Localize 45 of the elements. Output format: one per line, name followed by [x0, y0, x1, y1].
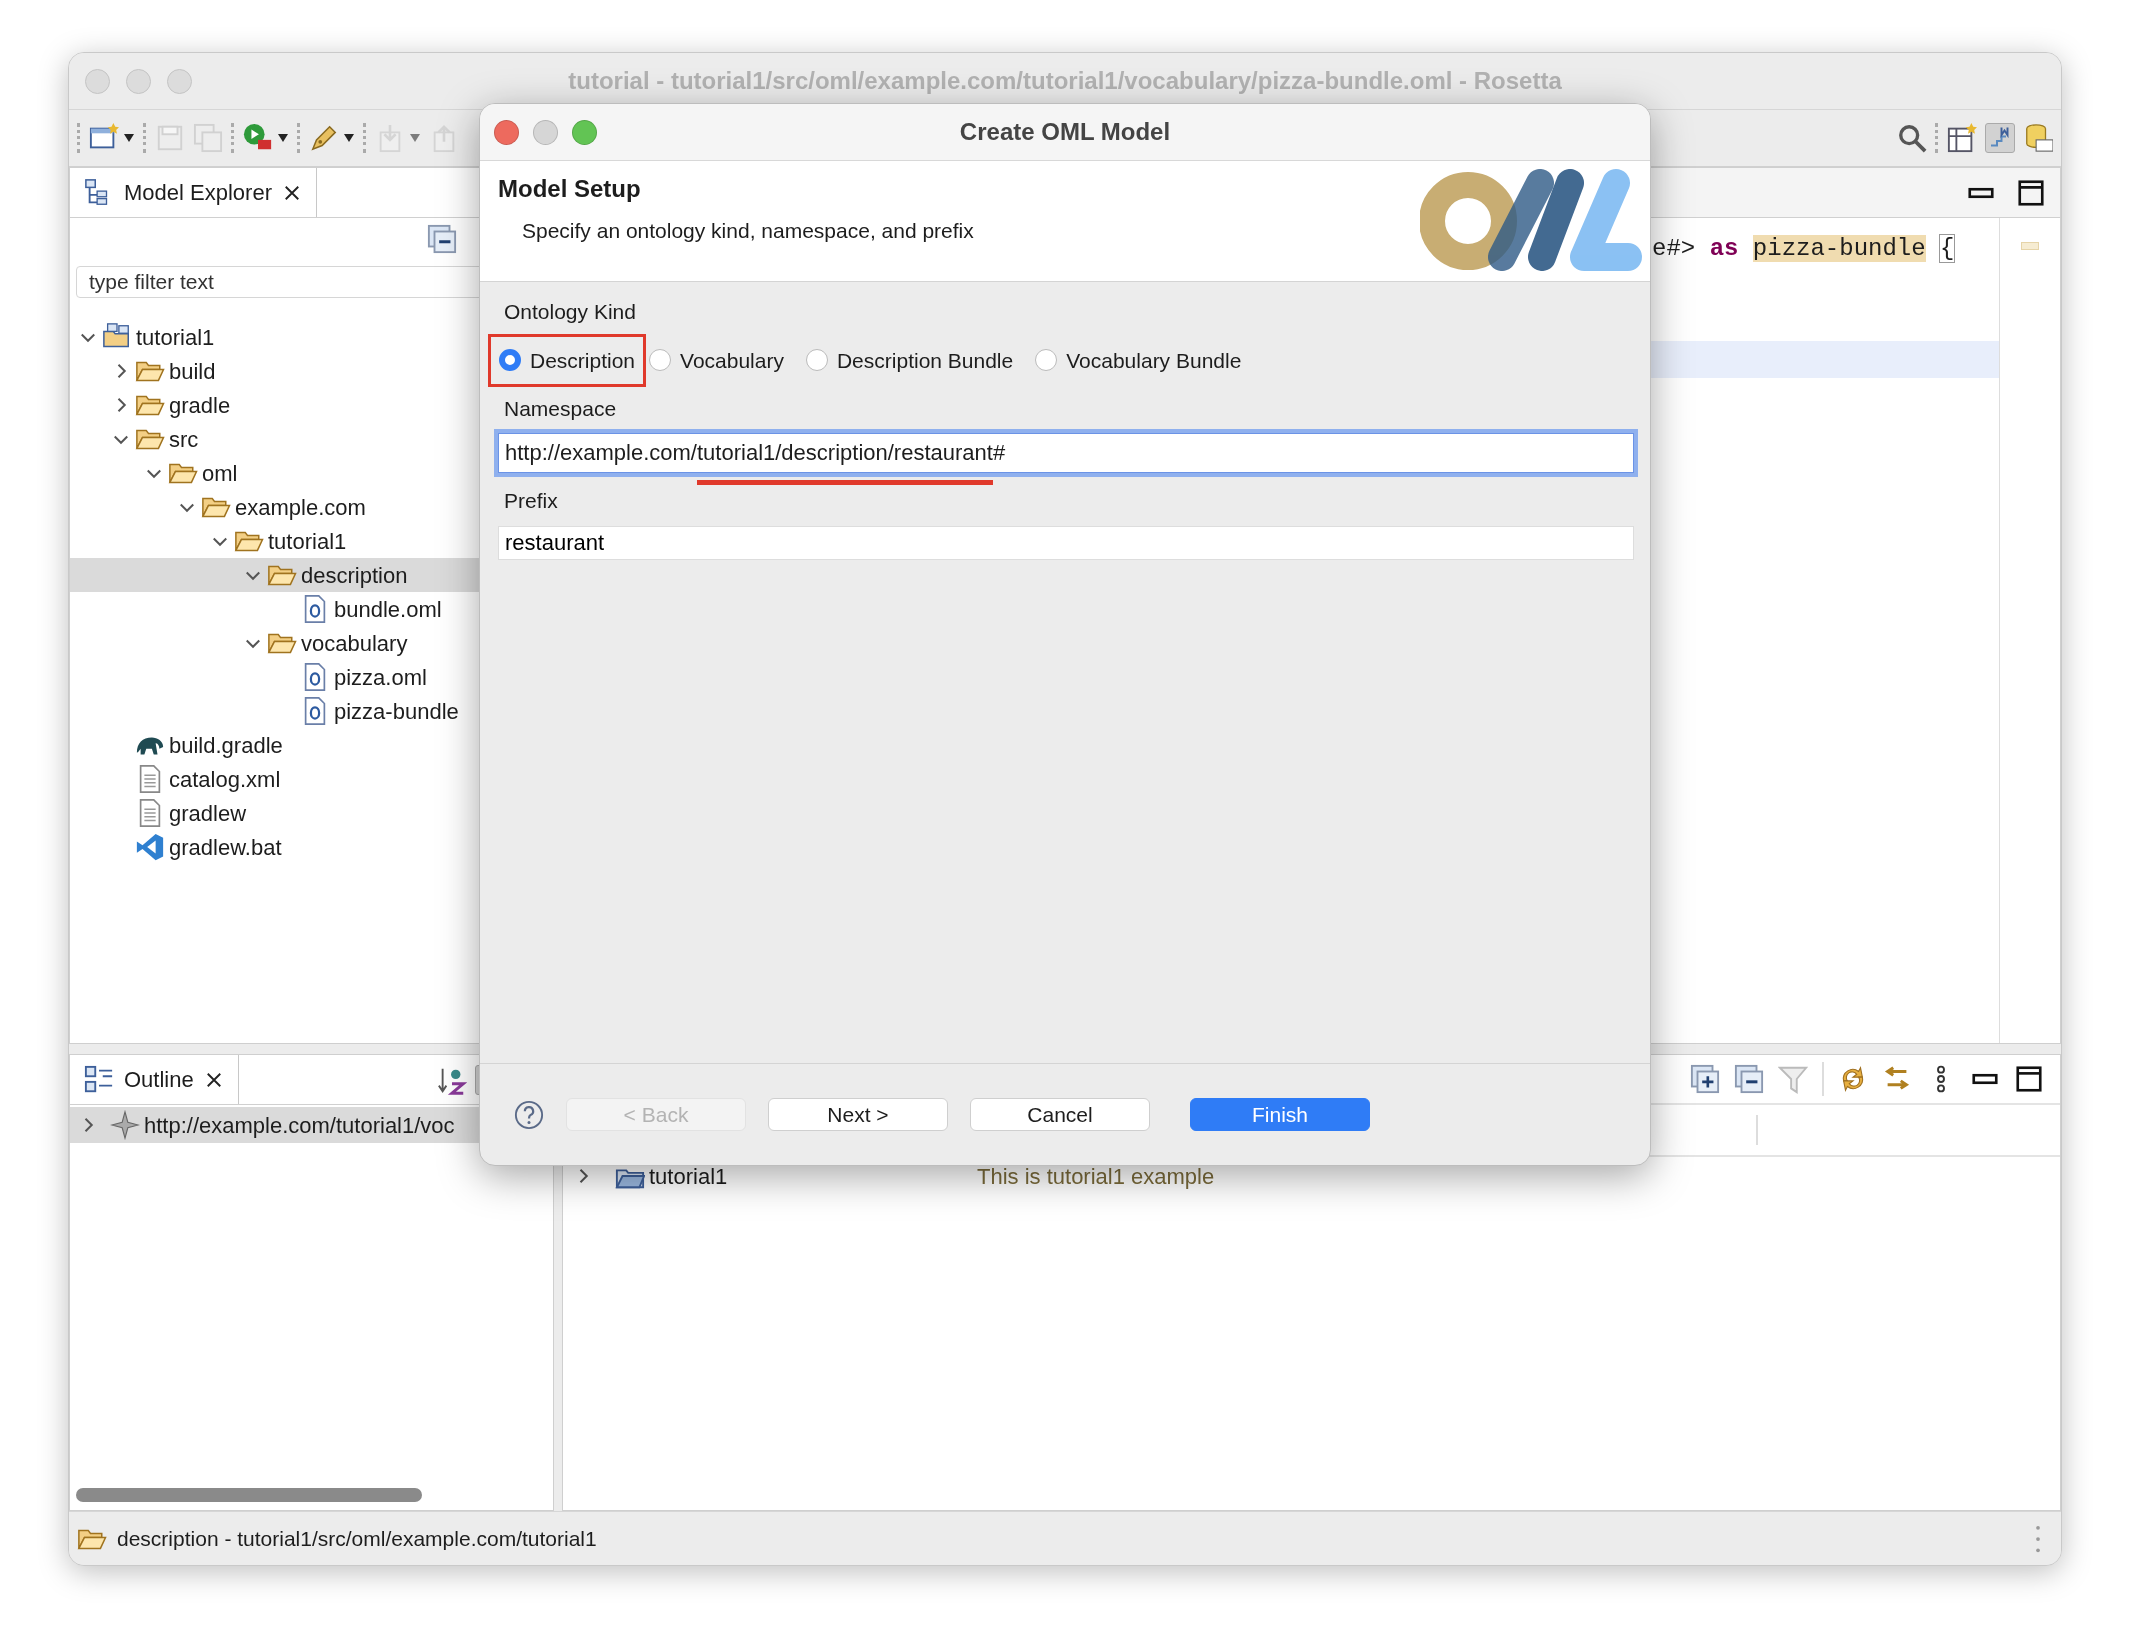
- radio-label[interactable]: Description: [530, 344, 636, 376]
- wizard-button[interactable]: Cancel: [970, 1098, 1150, 1131]
- status-text: description - tutorial1/src/oml/example.com/tutorial1: [117, 1525, 597, 1552]
- tree-label: tutorial1: [649, 1162, 729, 1191]
- description-text: This is tutorial1 example: [977, 1162, 1215, 1191]
- tree-row[interactable]: build.gradle: [70, 728, 553, 762]
- tree-label: gradlew.bat: [169, 833, 282, 862]
- tab-label: Outline: [124, 1066, 194, 1094]
- tree-label: vocabulary: [301, 629, 408, 658]
- tree-label: description: [301, 561, 408, 590]
- tree-label: bundle.oml: [334, 595, 442, 624]
- tree-label: build: [169, 357, 216, 386]
- page-heading: Model Setup: [498, 174, 642, 204]
- tree-label: pizza.oml: [334, 663, 427, 692]
- prefix-field[interactable]: restaurant: [498, 526, 1634, 560]
- radio-label[interactable]: Vocabulary Bundle: [1066, 344, 1242, 376]
- dialog-title: Create OML Model: [959, 117, 1171, 147]
- tree-label: tutorial1: [136, 323, 215, 352]
- tree-row[interactable]: gradlew.bat: [70, 830, 553, 864]
- tree-row[interactable]: bundle.oml: [70, 592, 553, 626]
- tree-row[interactable]: pizza-bundle: [70, 694, 553, 728]
- tree-label: tutorial1: [268, 527, 347, 556]
- tree-label: gradlew: [169, 799, 247, 828]
- wizard-button[interactable]: Next >: [768, 1098, 948, 1131]
- finish-button[interactable]: Finish: [1190, 1098, 1370, 1131]
- radio-label[interactable]: Vocabulary: [680, 344, 784, 376]
- field-label: Prefix: [504, 487, 559, 514]
- field-label: Ontology Kind: [504, 299, 637, 325]
- field-label: Namespace: [504, 396, 618, 422]
- tree-label: catalog.xml: [169, 765, 281, 794]
- radio-label[interactable]: Description Bundle: [836, 344, 1014, 376]
- tree-row[interactable]: catalog.xml: [70, 762, 553, 796]
- tree-label: src: [169, 425, 199, 454]
- tree-label: oml: [202, 459, 238, 488]
- tree-label: example.com: [235, 493, 366, 522]
- window-title: tutorial - tutorial1/src/oml/example.com/tutorial1/vocabulary/pizza-bundle.oml - Rosetta: [568, 66, 1562, 96]
- tree-label: pizza-bundle: [334, 697, 459, 726]
- page-description: Specify an ontology kind, namespace, and prefix: [522, 218, 974, 244]
- tree-row[interactable]: vocabulary: [70, 626, 553, 660]
- tree-label: gradle: [169, 391, 231, 420]
- tree-row[interactable]: gradlew: [70, 796, 553, 830]
- tree-row[interactable]: pizza.oml: [70, 660, 553, 694]
- tab-label: Model Explorer: [124, 179, 272, 207]
- tree-label: build.gradle: [169, 731, 283, 760]
- tree-label: http://example.com/tutorial1/voc: [144, 1111, 455, 1140]
